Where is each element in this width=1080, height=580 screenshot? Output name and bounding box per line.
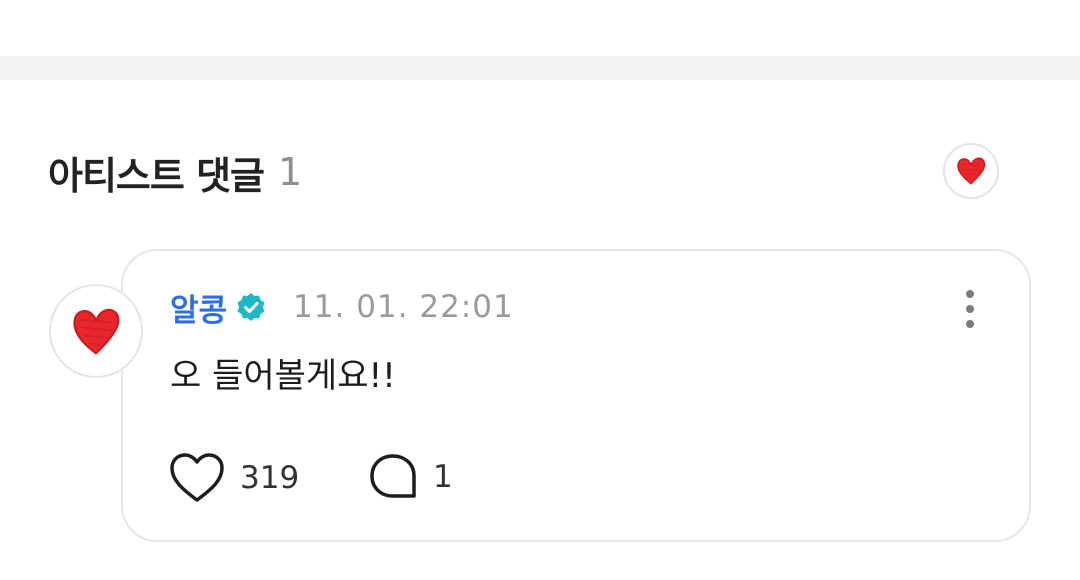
like-button[interactable]: 319 xyxy=(168,452,299,504)
section-title: 아티스트 댓글 xyxy=(48,153,265,198)
more-dot xyxy=(966,305,974,313)
more-dot xyxy=(966,320,974,328)
comment-timestamp: 11. 01. 22:01 xyxy=(293,289,514,325)
more-vertical-icon xyxy=(966,290,974,298)
section-header: 아티스트 댓글 1 xyxy=(48,140,302,204)
author-name[interactable]: 알콩 xyxy=(170,285,227,330)
like-count: 319 xyxy=(240,460,300,496)
reply-button[interactable]: 1 xyxy=(367,452,453,502)
section-divider xyxy=(0,56,1080,80)
section-count: 1 xyxy=(278,150,303,194)
comment-text: 오 들어볼게요!! xyxy=(170,356,396,396)
red-heart-icon xyxy=(957,157,986,185)
speech-bubble-icon xyxy=(370,454,416,498)
red-heart-icon xyxy=(73,308,120,355)
more-options-button[interactable] xyxy=(954,288,986,330)
header-artist-avatar[interactable] xyxy=(943,143,999,199)
reply-count: 1 xyxy=(433,459,453,495)
comment-meta: 알콩 11. 01. 22:01 xyxy=(170,285,514,329)
heart-outline-icon xyxy=(170,453,224,502)
artist-comments-page: 아티스트 댓글 1 알콩 11. 01. 22:01 오 들어볼게요!! 319… xyxy=(0,0,1080,580)
verified-badge-icon xyxy=(235,291,267,323)
comment-author-avatar[interactable] xyxy=(49,284,143,378)
